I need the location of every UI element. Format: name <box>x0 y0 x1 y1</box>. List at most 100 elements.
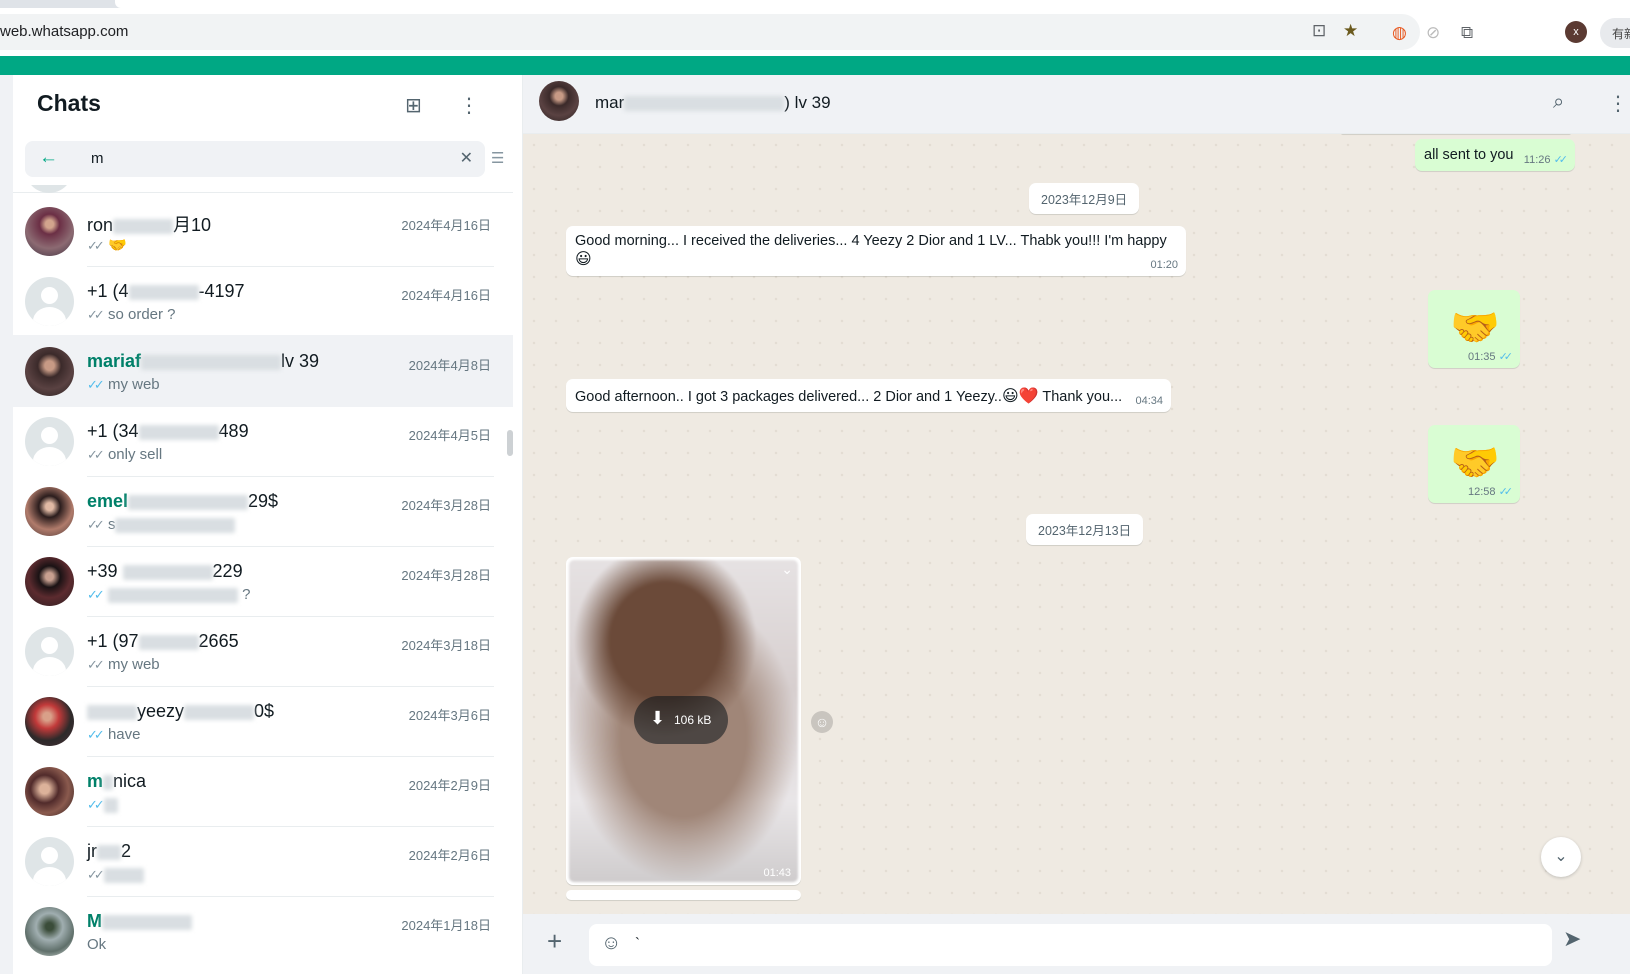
conversation-panel: mar) lv 39 ⌕ ⋮ all sent to you 11:26 ✓✓ … <box>523 75 1630 974</box>
list-item[interactable]: m nica 2024年2月9日 ✓✓ <box>13 755 513 827</box>
extensions-puzzle-icon[interactable]: ⧉ <box>1461 23 1473 43</box>
chat-list: ron 月10 2024年4月16日 ✓✓ 🤝 +1 (4 -4197 2024年4… <box>13 185 513 974</box>
attach-plus-icon[interactable]: + <box>547 926 562 957</box>
whatsapp-app: Chats ⊞ ⋮ ← m ✕ ☰ ron 月10 2024年4月16日 ✓✓ 🤝… <box>0 75 1630 974</box>
chat-name: yeezy 0$ <box>87 701 274 722</box>
chat-name: +1 (4 -4197 <box>87 281 245 301</box>
extension-disabled-icon[interactable]: ⊘ <box>1426 23 1440 43</box>
chat-date: 2024年4月5日 <box>408 428 491 443</box>
list-item[interactable]: +39 229 2024年3月28日 ✓✓ ? <box>13 545 513 617</box>
url-text[interactable]: web.whatsapp.com <box>0 23 128 40</box>
chat-preview: ✓✓ s <box>87 516 236 533</box>
chat-preview: ✓✓ <box>87 796 118 813</box>
whatsapp-top-band <box>0 56 1630 75</box>
double-check-icon: ✓✓ <box>1498 351 1514 363</box>
message-bubble[interactable]: 🤝 01:35 ✓✓ <box>1428 290 1520 368</box>
list-item[interactable]: jr 2 2024年2月6日 ✓✓ <box>13 825 513 897</box>
message-bubble[interactable]: Good afternoon.. I got 3 packages delive… <box>566 379 1171 412</box>
list-item[interactable]: +1 (4 -4197 2024年4月16日 ✓✓ so order ? <box>13 265 513 337</box>
message-time: 11:26 ✓✓ <box>1523 154 1568 166</box>
message-bubble[interactable]: 🤝 12:58 ✓✓ <box>1428 425 1520 503</box>
download-icon: ⬇ <box>650 708 666 728</box>
double-check-icon: ✓✓ <box>87 797 105 812</box>
message-bubble-partial <box>566 890 801 900</box>
conversation-header[interactable]: mar) lv 39 ⌕ ⋮ <box>523 75 1630 134</box>
avatar <box>25 837 74 886</box>
double-check-icon: ✓✓ <box>87 727 105 742</box>
chat-name: ron 月10 <box>87 215 212 235</box>
double-check-icon: ✓✓ <box>87 867 105 882</box>
message-list: all sent to you 11:26 ✓✓ 2023年12月9日 Good… <box>523 134 1630 914</box>
list-item[interactable]: M 2024年1月18日 Ok <box>13 895 513 967</box>
menu-icon[interactable]: ⋮ <box>1608 91 1628 116</box>
chat-name: M <box>87 911 192 932</box>
message-time: 01:43 <box>763 867 791 879</box>
back-arrow-icon[interactable]: ← <box>39 147 58 169</box>
chat-list-scrollbar[interactable] <box>507 430 513 456</box>
search-box[interactable]: ← m ✕ <box>25 141 485 177</box>
double-check-icon: ✓✓ <box>87 517 105 532</box>
contact-avatar[interactable] <box>539 81 579 121</box>
react-emoji-icon[interactable]: ☺ <box>811 711 833 733</box>
avatar <box>25 557 74 606</box>
active-tab[interactable] <box>115 0 1630 8</box>
chat-date: 2024年2月6日 <box>408 848 491 863</box>
chat-preview: ✓✓ my web <box>87 376 160 393</box>
sidebar-header: Chats ⊞ ⋮ <box>13 75 523 141</box>
bookmark-star-icon[interactable]: ★ <box>1343 21 1358 41</box>
message-bubble[interactable]: Good morning... I received the deliverie… <box>566 226 1186 276</box>
search-input[interactable]: m <box>91 150 104 167</box>
chat-date: 2024年1月18日 <box>401 918 491 933</box>
extension-icon[interactable]: ◍ <box>1392 23 1407 43</box>
menu-icon[interactable]: ⋮ <box>459 93 479 118</box>
message-input-text[interactable]: ` <box>635 935 640 952</box>
clear-search-icon[interactable]: ✕ <box>460 148 473 168</box>
list-item[interactable] <box>13 185 513 193</box>
list-item[interactable]: yeezy 0$ 2024年3月6日 ✓✓ have <box>13 685 513 757</box>
chat-name: mariaf lv 39 <box>87 351 320 371</box>
chat-date: 2024年2月9日 <box>408 778 491 793</box>
chat-preview: ✓✓ my web <box>87 656 160 673</box>
browser-update-button[interactable]: 有新 <box>1600 18 1630 48</box>
left-rail <box>0 75 13 974</box>
date-separator: 2023年12月9日 <box>1029 183 1140 214</box>
message-time: 01:20 <box>1150 259 1178 271</box>
date-separator: 2023年12月13日 <box>1026 514 1144 545</box>
compose-bar: + ☺ ` ➤ <box>523 914 1630 974</box>
message-time: 12:58 ✓✓ <box>1467 486 1513 498</box>
message-text: Good morning... I received the deliverie… <box>575 233 1167 268</box>
list-item[interactable]: emel 29$ 2024年3月28日 ✓✓ s <box>13 475 513 547</box>
install-app-icon[interactable]: ⊡ <box>1312 21 1326 41</box>
list-item[interactable]: mariaf lv 39 2024年4月8日 ✓✓ my web <box>13 335 513 407</box>
chat-preview: ✓✓ 🤝 <box>87 237 127 254</box>
emoji-icon[interactable]: ☺ <box>601 932 621 955</box>
search-icon[interactable]: ⌕ <box>1553 91 1564 114</box>
profile-avatar[interactable]: x <box>1565 21 1587 43</box>
chat-preview: ✓✓ have <box>87 726 141 743</box>
send-icon[interactable]: ➤ <box>1563 926 1581 952</box>
chat-date: 2024年4月16日 <box>401 288 491 303</box>
double-check-icon: ✓✓ <box>87 238 105 253</box>
address-bar[interactable]: web.whatsapp.com ⊡ ★ <box>0 14 1420 50</box>
list-item[interactable]: +1 (97 2665 2024年3月18日 ✓✓ my web <box>13 615 513 687</box>
download-button[interactable]: ⬇ 106 kB <box>634 696 728 744</box>
scroll-down-button[interactable]: ⌄ <box>1541 837 1581 877</box>
filter-icon[interactable]: ☰ <box>491 149 504 167</box>
avatar <box>25 767 74 816</box>
avatar <box>25 417 74 466</box>
message-input[interactable]: ☺ ` <box>589 924 1552 966</box>
chevron-down-icon[interactable]: ⌄ <box>781 561 793 578</box>
message-bubble[interactable]: all sent to you 11:26 ✓✓ <box>1415 139 1575 171</box>
list-item[interactable]: ron 月10 2024年4月16日 ✓✓ 🤝 <box>13 195 513 267</box>
new-chat-icon[interactable]: ⊞ <box>405 93 422 118</box>
image-message[interactable]: ⬇ 106 kB ⌄ 01:43 <box>566 557 801 885</box>
chat-name: +1 (34 489 <box>87 421 249 441</box>
chat-date: 2024年3月18日 <box>401 638 491 653</box>
message-time: 04:34 <box>1135 395 1163 407</box>
avatar <box>25 277 74 326</box>
chat-name: +39 229 <box>87 561 243 581</box>
chat-preview: ✓✓ so order ? <box>87 306 176 323</box>
list-item[interactable]: +1 (34 489 2024年4月5日 ✓✓ only sell <box>13 405 513 477</box>
chat-preview: ✓✓ only sell <box>87 446 163 463</box>
contact-name[interactable]: mar) lv 39 <box>595 93 831 113</box>
